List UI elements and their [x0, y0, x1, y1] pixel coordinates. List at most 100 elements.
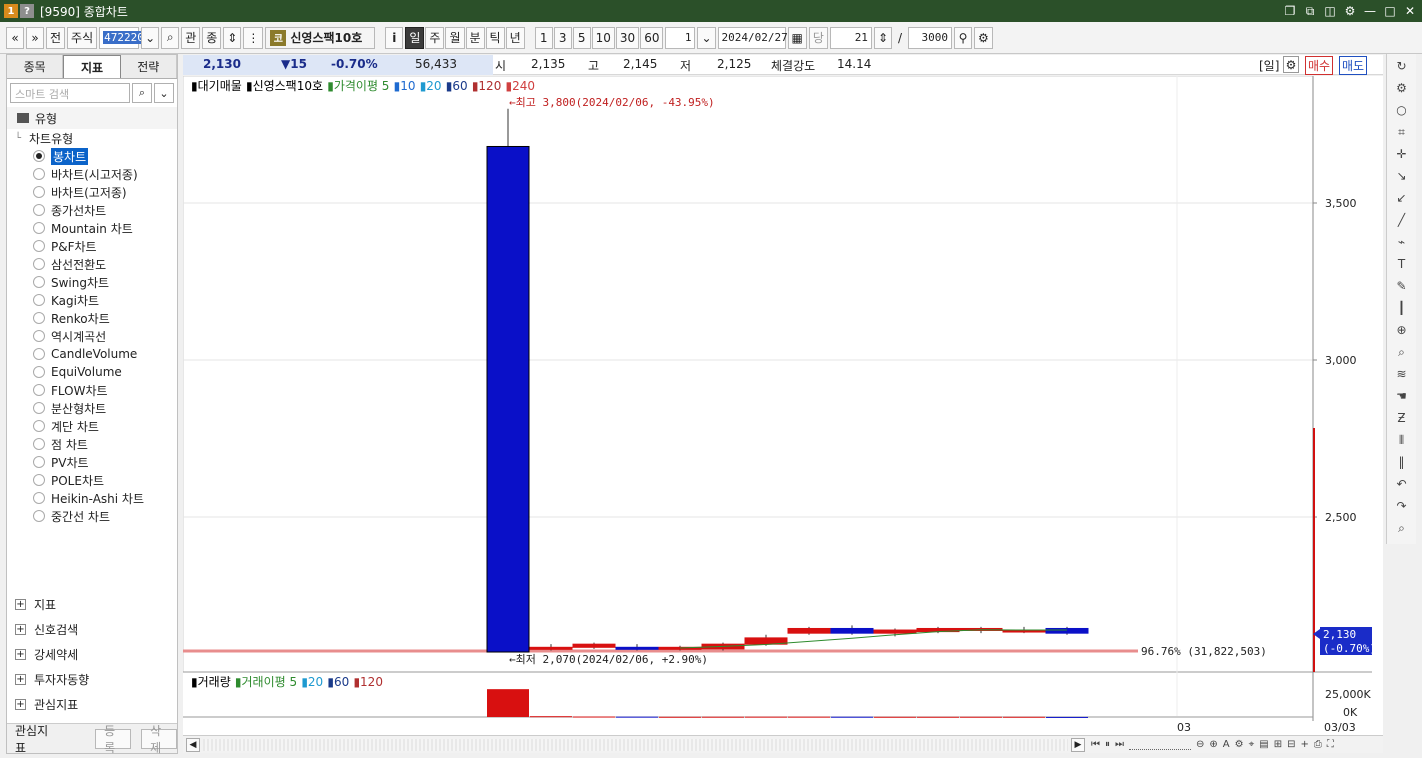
zoom-in-icon[interactable]: ⊕ — [1209, 739, 1217, 750]
chart-type-option[interactable]: 종가선차트 — [15, 201, 177, 219]
legend-item[interactable]: 120 — [360, 675, 383, 689]
left-tab[interactable]: 전략 — [121, 55, 177, 78]
chart-type-option[interactable]: EquiVolume — [15, 363, 177, 381]
pattern-icon[interactable]: ≋ — [1391, 364, 1413, 384]
last-icon[interactable]: ⏭ — [1115, 739, 1124, 750]
search-icon[interactable]: ⌕ — [132, 83, 152, 103]
legend-item[interactable]: 대기매물 — [198, 79, 242, 93]
chart-type-option[interactable]: Kagi차트 — [15, 291, 177, 309]
indicator-group[interactable]: + 강세약세 — [7, 642, 177, 667]
tree-root[interactable]: └ 차트유형 — [15, 129, 177, 147]
indicator-group[interactable]: + 지표 — [7, 592, 177, 617]
interval-button[interactable]: 3 — [553, 26, 572, 49]
legend-item[interactable]: 거래량 — [198, 675, 231, 689]
layout-icon[interactable]: ⊟ — [1287, 739, 1295, 750]
stock-name-field[interactable]: 코 신영스팩10호 — [265, 26, 376, 49]
chart-type-option[interactable]: 바차트(고저종) — [15, 183, 177, 201]
chart-scrollbar[interactable]: ◀ ▶ ⏮ ⏸ ⏭ ⊖ ⊕ A ⚙ ⌖ ▤ ⊞ ⊟ + ⎙ ⛶ — [183, 735, 1383, 753]
legend-item[interactable]: 거래이평 5 — [242, 675, 298, 689]
all-button[interactable]: 전 — [46, 26, 66, 49]
chart-tool-icon[interactable]: ⌗ — [1391, 122, 1413, 142]
scroll-right-icon[interactable]: ▶ — [1071, 737, 1085, 752]
scroll-left-icon[interactable]: ◀ — [186, 737, 200, 752]
period-button[interactable]: 년 — [505, 26, 525, 49]
current-button[interactable]: 당 — [808, 26, 828, 49]
chart-type-option[interactable]: 분산형차트 — [15, 399, 177, 417]
interval-button[interactable]: 5 — [572, 26, 591, 49]
settings-icon[interactable]: ⚙ — [1342, 3, 1358, 19]
legend-item[interactable]: 240 — [512, 79, 535, 93]
period-button[interactable]: 월 — [445, 26, 465, 49]
period-button[interactable]: 일 — [405, 26, 425, 49]
chart-type-option[interactable]: 역시계곡선 — [15, 327, 177, 345]
chart-type-option[interactable]: P&F차트 — [15, 237, 177, 255]
copy-icon[interactable]: ⧉ — [1302, 3, 1318, 19]
redo-icon[interactable]: ↷ — [1391, 496, 1413, 516]
chart-type-option[interactable]: 바차트(시고저종) — [15, 165, 177, 183]
refresh-icon[interactable]: ↻ — [1391, 56, 1413, 76]
table-icon[interactable]: ▤ — [1259, 739, 1268, 750]
chart-area[interactable]: 2,500 3,000 3,500 ▮대기매물 ▮신영스팩10호 ▮가격이평 5 ▮… — [183, 76, 1383, 736]
prev-stock-button[interactable]: « — [6, 26, 24, 49]
split-icon[interactable]: ⊞ — [1274, 739, 1282, 750]
chart-type-option[interactable]: 계단 차트 — [15, 417, 177, 435]
chart-type-option[interactable]: Renko차트 — [15, 309, 177, 327]
legend-item[interactable]: 20 — [426, 79, 441, 93]
days-input[interactable]: 21 — [829, 26, 872, 49]
chart-type-option[interactable]: Heikin-Ashi 차트 — [15, 489, 177, 507]
price-chart[interactable]: 2,5003,0003,500 ▮대기매물 ▮신영스팩10호 ▮가격이평 5 ▮… — [183, 76, 1383, 736]
left-tab[interactable]: 지표 — [63, 55, 121, 78]
restore-icon[interactable]: ❐ — [1282, 3, 1298, 19]
ray-icon[interactable]: ↙ — [1391, 188, 1413, 208]
calendar-icon[interactable]: ▦ — [787, 26, 807, 49]
zoom-range-icon[interactable]: ⌕ — [1391, 342, 1413, 362]
zoom-out-icon[interactable]: ⊖ — [1196, 739, 1204, 750]
zoom-in-icon[interactable]: ⊕ — [1391, 320, 1413, 340]
maximize-icon[interactable]: □ — [1382, 3, 1398, 19]
indicator-group[interactable]: + 신호검색 — [7, 617, 177, 642]
chart-type-option[interactable]: POLE차트 — [15, 471, 177, 489]
chart-type-option[interactable]: CandleVolume — [15, 345, 177, 363]
zoom-icon[interactable]: ⚲ — [954, 26, 973, 49]
search-icon[interactable]: ⌕ — [1391, 518, 1413, 538]
info-button[interactable]: i — [385, 26, 404, 49]
help-badge[interactable]: ? — [20, 4, 34, 18]
line-icon[interactable]: ╱ — [1391, 210, 1413, 230]
legend-item[interactable]: 120 — [478, 79, 501, 93]
minimize-icon[interactable]: — — [1362, 3, 1378, 19]
screenshot-icon[interactable]: ◫ — [1322, 3, 1338, 19]
speed-slider[interactable] — [1129, 739, 1191, 750]
vertical-lines-icon[interactable]: ⦀ — [1391, 430, 1413, 450]
interval-button[interactable]: 30 — [615, 26, 640, 49]
days-stepper-icon[interactable]: ⇕ — [873, 26, 892, 49]
chevron-down-icon[interactable]: ⌄ — [154, 83, 174, 103]
delete-button[interactable]: 삭제 — [141, 724, 177, 755]
search-icon[interactable]: ⌕ — [161, 26, 180, 49]
pause-icon[interactable]: ⏸ — [1105, 739, 1110, 750]
chart-type-option[interactable]: PV차트 — [15, 453, 177, 471]
undo-icon[interactable]: ↶ — [1391, 474, 1413, 494]
hand-icon[interactable]: ☚ — [1391, 386, 1413, 406]
close-icon[interactable]: ✕ — [1402, 3, 1418, 19]
legend-item[interactable]: 60 — [334, 675, 349, 689]
buy-button[interactable]: 매수 — [1305, 56, 1334, 75]
stepper-icon[interactable]: ⇕ — [223, 26, 242, 49]
print-icon[interactable]: ⎙ — [1314, 739, 1322, 750]
trend-line-icon[interactable]: ↘ — [1391, 166, 1413, 186]
font-icon[interactable]: A — [1223, 739, 1230, 750]
period-button[interactable]: 주 — [425, 26, 445, 49]
chart-type-option[interactable]: 중간선 차트 — [15, 507, 177, 525]
smart-search-input[interactable]: 스마트 검색 — [10, 83, 130, 103]
chart-type-option[interactable]: Swing차트 — [15, 273, 177, 291]
candle-tool-icon[interactable]: ┃ — [1391, 298, 1413, 318]
left-tab[interactable]: 종목 — [7, 55, 64, 78]
interval-button[interactable]: 10 — [591, 26, 615, 49]
add-icon[interactable]: + — [1300, 739, 1308, 750]
legend-item[interactable]: 10 — [400, 79, 415, 93]
register-button[interactable]: 등록 — [95, 724, 132, 755]
date-input[interactable]: 2024/02/27 — [717, 26, 788, 49]
code-dropdown-icon[interactable]: ⌄ — [141, 26, 160, 49]
period-button[interactable]: 틱 — [485, 26, 505, 49]
stock-code-input[interactable]: 472220 — [99, 26, 145, 49]
text-tool-icon[interactable]: T — [1391, 254, 1413, 274]
